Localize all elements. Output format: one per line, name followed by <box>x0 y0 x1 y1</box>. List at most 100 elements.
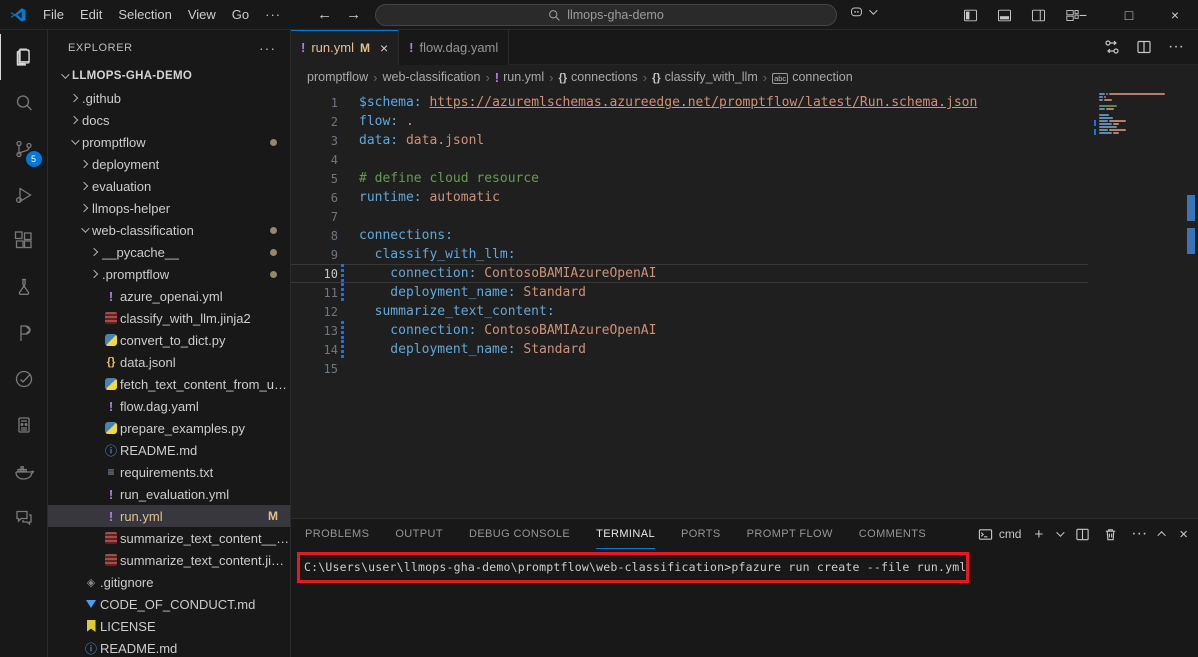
panel-tab-comments[interactable]: COMMENTS <box>859 519 926 549</box>
close-button[interactable]: × <box>1152 0 1198 30</box>
explorer-icon[interactable] <box>0 34 48 80</box>
panel-tab-terminal[interactable]: TERMINAL <box>596 519 655 549</box>
tree-file-convert-to-dict-py[interactable]: convert_to_dict.py <box>48 329 290 351</box>
split-terminal-icon[interactable] <box>1075 527 1090 542</box>
tree-file-summarize-text-content-jinja2[interactable]: summarize_text_content.jinja2 <box>48 549 290 571</box>
code-line-15[interactable]: 15 <box>291 359 1088 378</box>
panel-tab-ports[interactable]: PORTS <box>681 519 721 549</box>
explorer-more-actions-icon[interactable]: ··· <box>259 40 276 56</box>
minimap[interactable] <box>1094 93 1182 138</box>
split-editor-icon[interactable] <box>1136 39 1152 55</box>
code-editor[interactable]: 1$schema: https://azuremlschemas.azureed… <box>291 89 1198 518</box>
breadcrumb-item-promptflow[interactable]: promptflow <box>307 70 368 84</box>
tree-file-run-yml[interactable]: !run.ymlM <box>48 505 290 527</box>
menu-item-edit[interactable]: Edit <box>72 7 110 22</box>
tree-file-flow-dag-yaml[interactable]: !flow.dag.yaml <box>48 395 290 417</box>
tree-file-run-evaluation-yml[interactable]: !run_evaluation.yml <box>48 483 290 505</box>
toggle-primary-sidebar-icon[interactable] <box>962 7 979 24</box>
maximize-button[interactable]: □ <box>1106 0 1152 30</box>
panel-more-actions-icon[interactable]: ··· <box>1131 525 1147 543</box>
close-panel-icon[interactable]: × <box>1179 526 1188 543</box>
menu-item-file[interactable]: File <box>35 7 72 22</box>
run-debug-icon[interactable] <box>0 172 48 218</box>
code-line-4[interactable]: 4 <box>291 150 1088 169</box>
tree-folder-llmops-gha-demo[interactable]: LLMOPS-GHA-DEMO <box>48 65 290 87</box>
editor-more-actions-icon[interactable]: ··· <box>1168 38 1184 56</box>
code-line-6[interactable]: 6runtime: automatic <box>291 188 1088 207</box>
tree-file-license[interactable]: LICENSE <box>48 615 290 637</box>
doc-extension-icon[interactable] <box>0 402 48 448</box>
code-line-11[interactable]: 11 deployment_name: Standard <box>291 283 1088 302</box>
toggle-secondary-sidebar-icon[interactable] <box>1030 7 1047 24</box>
panel-tab-problems[interactable]: PROBLEMS <box>305 519 369 549</box>
tree-folder-llmops-helper[interactable]: llmops-helper <box>48 197 290 219</box>
tree-folder-web-classification[interactable]: web-classification <box>48 219 290 241</box>
tree-file-summarize-text-content-varian-[interactable]: summarize_text_content__varian... <box>48 527 290 549</box>
maximize-panel-icon[interactable] <box>1158 531 1166 539</box>
tree-folder--github[interactable]: .github <box>48 87 290 109</box>
trash-icon[interactable] <box>1103 527 1118 542</box>
tree-file-classify-with-llm-jinja2[interactable]: classify_with_llm.jinja2 <box>48 307 290 329</box>
code-line-14[interactable]: 14 deployment_name: Standard <box>291 340 1088 359</box>
shell-label[interactable]: cmd <box>999 527 1022 541</box>
tree-folder-deployment[interactable]: deployment <box>48 153 290 175</box>
breadcrumb-item-connection[interactable]: abcconnection <box>772 70 853 84</box>
menu-item-···[interactable]: ··· <box>257 7 289 22</box>
terminal-output[interactable]: C:\Users\user\llmops-gha-demo\promptflow… <box>291 549 1198 657</box>
tree-file--gitignore[interactable]: ◈.gitignore <box>48 571 290 593</box>
toggle-panel-icon[interactable] <box>996 7 1013 24</box>
code-line-13[interactable]: 13 connection: ContosoBAMIAzureOpenAI <box>291 321 1088 340</box>
menu-item-view[interactable]: View <box>180 7 224 22</box>
menu-item-selection[interactable]: Selection <box>110 7 179 22</box>
overview-ruler[interactable] <box>1184 89 1198 518</box>
breadcrumb-item-classify-with-llm[interactable]: {}classify_with_llm <box>652 70 758 84</box>
code-line-1[interactable]: 1$schema: https://azuremlschemas.azureed… <box>291 93 1088 112</box>
code-line-2[interactable]: 2flow: . <box>291 112 1088 131</box>
tab-close-icon[interactable]: × <box>380 40 388 56</box>
azure-check-icon[interactable] <box>0 356 48 402</box>
tree-file-azure-openai-yml[interactable]: !azure_openai.yml <box>48 285 290 307</box>
tree-file-readme-md[interactable]: ⓘREADME.md <box>48 637 290 657</box>
nav-forward-icon[interactable]: → <box>346 6 361 23</box>
search-icon[interactable] <box>0 80 48 126</box>
tab-flow-dag-yaml[interactable]: !flow.dag.yaml <box>399 30 509 65</box>
code-line-12[interactable]: 12 summarize_text_content: <box>291 302 1088 321</box>
tree-folder-evaluation[interactable]: evaluation <box>48 175 290 197</box>
new-terminal-icon[interactable]: + <box>1034 526 1043 543</box>
extensions-icon[interactable] <box>0 218 48 264</box>
breadcrumb-item-run-yml[interactable]: !run.yml <box>495 70 544 85</box>
breadcrumb-item-connections[interactable]: {}connections <box>558 70 637 84</box>
tree-file-readme-md[interactable]: ⓘREADME.md <box>48 439 290 461</box>
code-line-9[interactable]: 9 classify_with_llm: <box>291 245 1088 264</box>
source-control-icon[interactable]: 5 <box>0 126 48 172</box>
tree-file-requirements-txt[interactable]: ≡requirements.txt <box>48 461 290 483</box>
docker-icon[interactable] <box>0 448 48 494</box>
code-line-5[interactable]: 5# define cloud resource <box>291 169 1088 188</box>
comments-icon[interactable] <box>0 494 48 540</box>
open-changes-icon[interactable] <box>1104 39 1120 55</box>
command-center-search[interactable]: llmops-gha-demo <box>375 4 837 26</box>
breadcrumb-item-web-classification[interactable]: web-classification <box>382 70 480 84</box>
code-line-8[interactable]: 8connections: <box>291 226 1088 245</box>
promptflow-icon[interactable] <box>0 310 48 356</box>
tree-folder--pycache-[interactable]: __pycache__ <box>48 241 290 263</box>
code-line-10[interactable]: 10 connection: ContosoBAMIAzureOpenAI <box>291 264 1088 283</box>
copilot-menu[interactable] <box>848 3 875 20</box>
panel-tab-prompt-flow[interactable]: PROMPT FLOW <box>747 519 833 549</box>
test-beaker-icon[interactable] <box>0 264 48 310</box>
tree-folder--promptflow[interactable]: .promptflow <box>48 263 290 285</box>
code-line-7[interactable]: 7 <box>291 207 1088 226</box>
code-line-3[interactable]: 3data: data.jsonl <box>291 131 1088 150</box>
tree-file-data-jsonl[interactable]: {}data.jsonl <box>48 351 290 373</box>
panel-tab-output[interactable]: OUTPUT <box>395 519 443 549</box>
chevron-down-icon[interactable] <box>1056 528 1064 536</box>
tree-folder-docs[interactable]: docs <box>48 109 290 131</box>
tab-run-yml[interactable]: !run.ymlM× <box>291 30 399 65</box>
tree-file-prepare-examples-py[interactable]: prepare_examples.py <box>48 417 290 439</box>
panel-tab-debug-console[interactable]: DEBUG CONSOLE <box>469 519 570 549</box>
tree-folder-promptflow[interactable]: promptflow <box>48 131 290 153</box>
nav-back-icon[interactable]: ← <box>317 6 332 23</box>
tree-file-code-of-conduct-md[interactable]: CODE_OF_CONDUCT.md <box>48 593 290 615</box>
minimize-button[interactable]: − <box>1060 0 1106 30</box>
menu-item-go[interactable]: Go <box>224 7 257 22</box>
